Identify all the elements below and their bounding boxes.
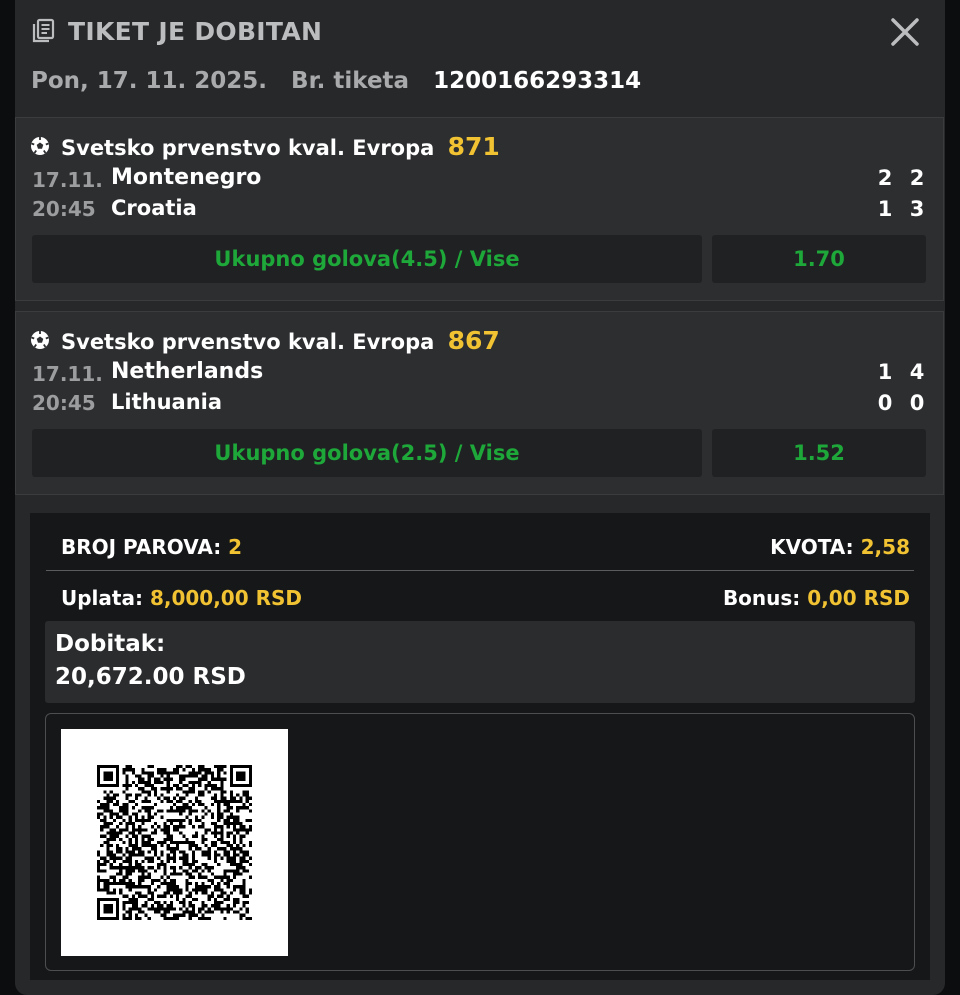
bonus-label: Bonus: xyxy=(722,586,801,610)
home-team: Montenegro xyxy=(111,165,262,190)
bet-pick: Ukupno golova(4.5) / Vise xyxy=(32,235,702,283)
ticket-date: Pon, 17. 11. 2025. xyxy=(31,68,268,94)
away-score-halftime: 1 xyxy=(877,197,893,221)
close-icon[interactable] xyxy=(887,14,923,50)
bet-odd: 1.52 xyxy=(712,429,926,477)
pairs-value: 2 xyxy=(228,535,243,559)
away-score-halftime: 0 xyxy=(877,391,893,415)
ticket-meta: Pon, 17. 11. 2025. Br. tiketa 1200166293… xyxy=(31,68,641,98)
qr-code-background xyxy=(61,729,288,956)
stake-label: Uplata: xyxy=(61,586,143,610)
match-time: 20:45 xyxy=(32,391,96,415)
home-score-halftime: 1 xyxy=(877,360,893,384)
document-list-icon xyxy=(32,18,55,43)
home-team: Netherlands xyxy=(111,359,264,384)
away-team: Croatia xyxy=(111,196,197,220)
stake-value: 8,000,00 RSD xyxy=(149,586,302,610)
odds-value: 2,58 xyxy=(860,535,910,559)
match-code: 867 xyxy=(447,326,500,355)
winnings-amount: 20,672.00 RSD xyxy=(55,664,246,690)
match-card: Svetsko prvenstvo kval. Evropa 867 17.11… xyxy=(15,311,944,495)
pairs-count: BROJ PAROVA: 2 xyxy=(61,535,242,559)
stake: Uplata: 8,000,00 RSD xyxy=(61,586,302,610)
ticket-number: 1200166293314 xyxy=(433,68,642,94)
match-card: Svetsko prvenstvo kval. Evropa 871 17.11… xyxy=(15,117,944,301)
away-score-fulltime: 0 xyxy=(909,391,925,415)
pairs-label: BROJ PAROVA: xyxy=(61,535,222,559)
soccer-ball-icon xyxy=(31,137,49,155)
bonus-value: 0,00 RSD xyxy=(807,586,910,610)
page-title: TIKET JE DOBITAN xyxy=(68,17,323,46)
match-code: 871 xyxy=(447,132,500,161)
winnings-box: Dobitak: 20,672.00 RSD xyxy=(45,621,915,703)
bet-odd: 1.70 xyxy=(712,235,926,283)
home-score-fulltime: 4 xyxy=(909,360,925,384)
bonus: Bonus: 0,00 RSD xyxy=(723,586,910,610)
total-odds: KVOTA: 2,58 xyxy=(770,535,910,559)
away-team: Lithuania xyxy=(111,390,223,414)
ticket-number-label: Br. tiketa xyxy=(291,68,410,94)
ticket-header: TIKET JE DOBITAN xyxy=(15,0,945,62)
ticket-modal: TIKET JE DOBITAN Pon, 17. 11. 2025. Br. … xyxy=(15,0,945,995)
match-time: 20:45 xyxy=(32,197,96,221)
match-date: 17.11. xyxy=(32,362,103,386)
home-score-fulltime: 2 xyxy=(909,166,925,190)
winnings-label: Dobitak: xyxy=(55,631,166,657)
divider xyxy=(46,570,914,571)
qr-section xyxy=(45,713,915,971)
bet-pick: Ukupno golova(2.5) / Vise xyxy=(32,429,702,477)
odds-label: KVOTA: xyxy=(770,535,854,559)
league-name: Svetsko prvenstvo kval. Evropa 871 xyxy=(61,132,500,161)
league-label: Svetsko prvenstvo kval. Evropa xyxy=(61,136,435,160)
away-score-fulltime: 3 xyxy=(909,197,925,221)
qr-code xyxy=(97,765,252,920)
match-date: 17.11. xyxy=(32,168,103,192)
ticket-summary: BROJ PAROVA: 2 KVOTA: 2,58 Uplata: 8,000… xyxy=(30,513,930,980)
league-label: Svetsko prvenstvo kval. Evropa xyxy=(61,330,435,354)
home-score-halftime: 2 xyxy=(877,166,893,190)
soccer-ball-icon xyxy=(31,331,49,349)
league-name: Svetsko prvenstvo kval. Evropa 867 xyxy=(61,326,500,355)
